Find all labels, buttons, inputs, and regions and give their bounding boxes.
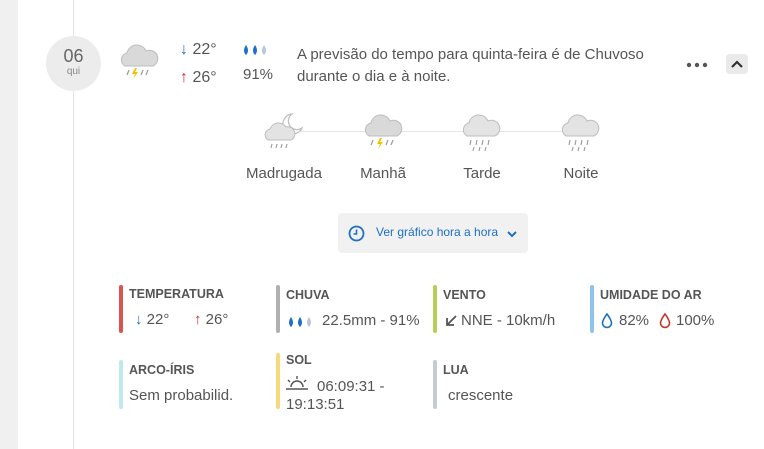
chevron-up-icon (731, 60, 743, 68)
stat-wind-title: VENTO (443, 288, 486, 302)
date-day: 06 (63, 46, 84, 66)
stat-rainbow: ARCO-ÍRIS Sem probabilid. (119, 360, 269, 410)
rain-thunder-cloud-icon (120, 44, 159, 79)
stat-temperature-title: TEMPERATURA (129, 287, 224, 301)
forecast-summary: A previsão do tempo para quinta-feira é … (297, 46, 644, 85)
stat-temperature-bar (119, 285, 123, 333)
stat-sunset: 19:13:51 (286, 396, 345, 413)
arrow-down-icon: ↓ (180, 41, 188, 58)
stat-humidity-min: 82% (619, 312, 650, 329)
stat-sun-title: SOL (286, 353, 312, 367)
min-temp: ↓ 22° (180, 41, 217, 58)
stat-moon-value: crescente (448, 387, 514, 404)
stat-moon-title: LUA (443, 363, 469, 377)
stat-humidity: UMIDADE DO AR 82% 100% (590, 285, 750, 335)
clock-icon (348, 225, 365, 242)
stat-rain-bar (276, 285, 280, 333)
period-connector (285, 131, 585, 132)
stat-rain-title: CHUVA (286, 288, 330, 302)
stat-rain-value: 22.5mm - 91% (322, 312, 420, 329)
stat-wind-value: NNE - 10km/h (461, 312, 556, 329)
max-temp: ↑ 26° (180, 69, 217, 86)
stat-temperature-min: ↓ 22° (135, 311, 170, 328)
moon-cloud-rain-icon (264, 113, 304, 149)
more-options-icon[interactable] (684, 56, 710, 74)
date-badge: 06 qui (46, 36, 101, 91)
stat-wind: VENTO NNE - 10km/h (433, 285, 583, 335)
stat-sun: SOL 06:09:31 - 19:13:51 (276, 353, 426, 413)
stat-rain: CHUVA 22.5mm - 91% (276, 285, 426, 335)
arrow-up-icon: ↑ (180, 69, 188, 86)
rain-probability: 91% (243, 66, 274, 83)
stat-humidity-bar (590, 285, 594, 333)
stat-rainbow-bar (119, 360, 123, 409)
stat-humidity-title: UMIDADE DO AR (600, 288, 702, 302)
humidity-drop-blue-icon (601, 313, 613, 329)
stat-moon-bar (433, 360, 437, 409)
rain-thunder-cloud-icon (364, 114, 403, 149)
sunrise-icon (286, 376, 308, 390)
arrow-up-icon: ↑ (194, 311, 202, 328)
stat-sun-bar (276, 353, 280, 409)
chevron-down-icon (507, 231, 517, 238)
stat-rainbow-title: ARCO-ÍRIS (129, 363, 195, 377)
arrow-down-icon: ↓ (135, 311, 143, 328)
rain-drops-icon (289, 317, 311, 327)
rain-cloud-icon (462, 114, 501, 152)
period-label-noite: Noite (563, 165, 599, 182)
stat-temperature: TEMPERATURA ↓ 22° ↑ 26° (119, 285, 269, 335)
collapse-button[interactable] (726, 54, 748, 74)
stat-wind-bar (433, 285, 437, 333)
humidity-drop-red-icon (659, 313, 671, 329)
left-strip (0, 0, 18, 449)
stat-moon: LUA crescente (433, 360, 583, 410)
wind-direction-arrow-icon (446, 315, 457, 326)
period-label-manha: Manhã (360, 165, 406, 182)
date-weekday: qui (66, 66, 81, 77)
period-label-tarde: Tarde (463, 165, 501, 182)
period-label-madrugada: Madrugada (246, 165, 322, 182)
stat-sunrise: 06:09:31 - (317, 378, 385, 395)
hourly-chart-label: Ver gráfico hora a hora (376, 225, 499, 239)
rain-drops-icon (244, 45, 266, 55)
stat-humidity-max: 100% (676, 312, 715, 329)
stat-rainbow-value: Sem probabilid. (129, 387, 234, 404)
hourly-chart-button[interactable]: Ver gráfico hora a hora (338, 213, 528, 253)
rain-cloud-icon (561, 114, 600, 152)
stat-temperature-max: ↑ 26° (194, 311, 229, 328)
